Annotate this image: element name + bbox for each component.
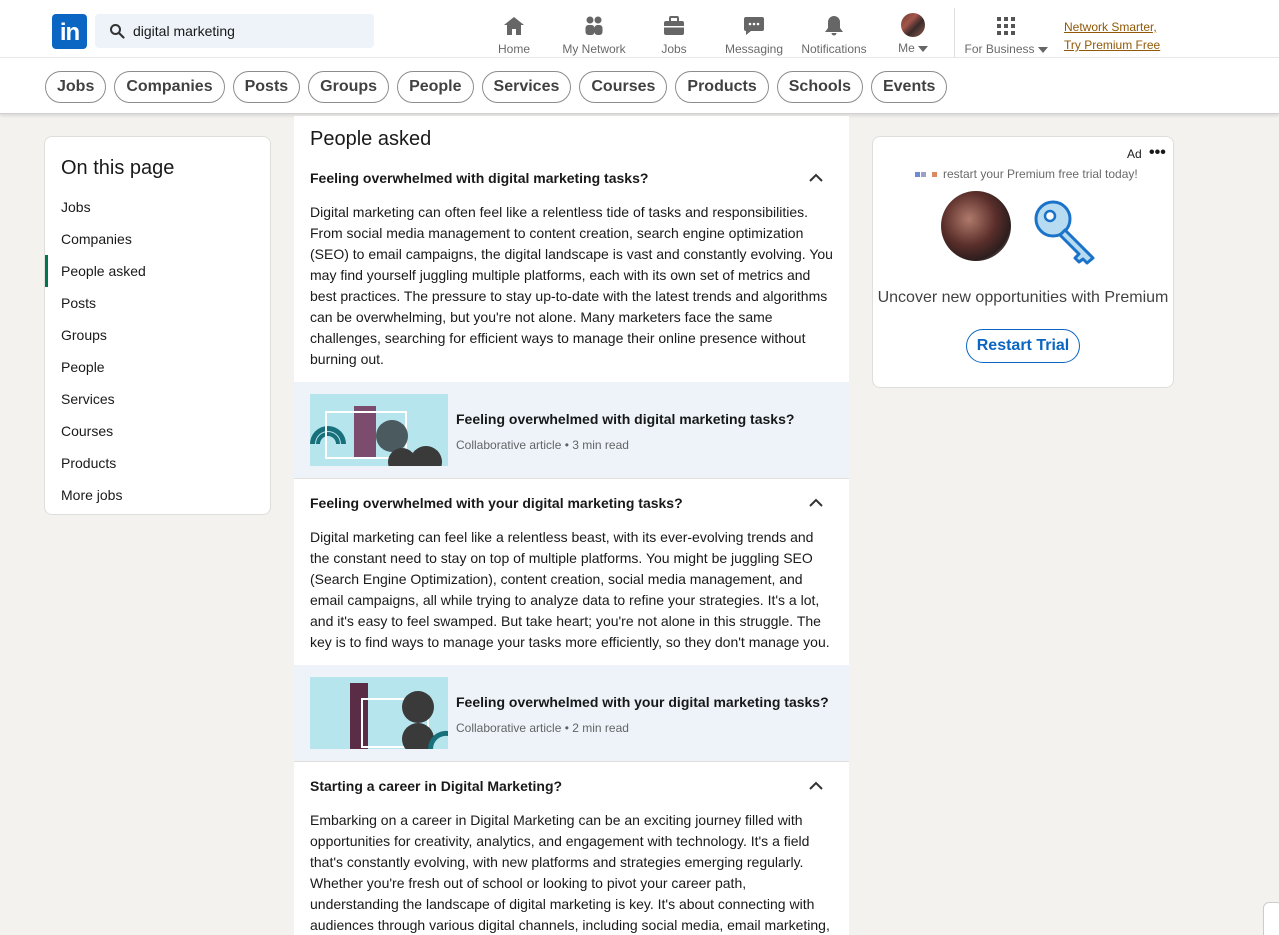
nav-for-business-label: For Business (964, 42, 1035, 56)
filter-pill-products[interactable]: Products (675, 71, 769, 103)
chevron-down-icon (917, 45, 928, 52)
nav-messaging[interactable]: Messaging (722, 8, 786, 57)
on-this-page-item-products[interactable]: Products (45, 447, 270, 479)
search-input[interactable] (133, 14, 363, 48)
answer-text: Digital marketing can feel like a relent… (310, 529, 830, 650)
filter-pill-courses[interactable]: Courses (579, 71, 668, 103)
on-this-page-title: On this page (61, 157, 175, 179)
divider (294, 478, 849, 479)
search-filter-bar: Jobs Companies Posts Groups People Servi… (0, 57, 1279, 114)
ad-subtitle: restart your Premium free trial today! (915, 167, 1138, 181)
nav-notifications-label: Notifications (801, 42, 867, 56)
people-icon (585, 16, 603, 35)
grid-icon (997, 17, 1015, 35)
nav-jobs-label: Jobs (661, 42, 687, 56)
article-card[interactable]: Feeling overwhelmed with digital marketi… (294, 382, 849, 478)
more-options-icon[interactable]: ••• (1149, 144, 1166, 162)
home-icon (504, 17, 524, 35)
nav-home-label: Home (497, 42, 530, 56)
filter-pill-events[interactable]: Events (870, 71, 948, 103)
on-this-page-item-companies[interactable]: Companies (45, 223, 270, 255)
chevron-down-icon (1037, 46, 1048, 53)
on-this-page-item-services[interactable]: Services (45, 383, 270, 415)
search-icon (110, 24, 125, 39)
premium-ad-card: Ad ••• restart your Premium free trial t… (872, 136, 1174, 388)
nav-home[interactable]: Home (489, 8, 539, 57)
filter-pill-schools[interactable]: Schools (776, 71, 863, 103)
on-this-page-list: Jobs Companies People asked Posts Groups… (45, 191, 270, 511)
filter-pill-jobs[interactable]: Jobs (45, 71, 107, 103)
filter-pill-companies[interactable]: Companies (114, 71, 225, 103)
question-heading[interactable]: Starting a career in Digital Marketing? (310, 778, 562, 794)
nav-notifications[interactable]: Notifications (798, 8, 870, 57)
ad-profile-image (941, 191, 1011, 261)
question-heading[interactable]: Feeling overwhelmed with your digital ma… (310, 495, 683, 511)
on-this-page-item-people-asked[interactable]: People asked (45, 255, 270, 287)
filter-pill-groups[interactable]: Groups (308, 71, 390, 103)
ad-chip-icon (921, 172, 926, 178)
article-title[interactable]: Feeling overwhelmed with digital marketi… (456, 411, 794, 427)
answer-text: Embarking on a career in Digital Marketi… (310, 812, 830, 933)
divider (294, 761, 849, 762)
on-this-page-item-people[interactable]: People (45, 351, 270, 383)
nav-divider (954, 8, 955, 60)
nav-me[interactable]: Me (893, 8, 933, 57)
messaging-overlay-tab[interactable] (1263, 902, 1279, 935)
global-nav: in Home My Network Jobs Messaging Notifi… (0, 4, 1279, 60)
ad-label: Ad (1127, 147, 1142, 161)
article-meta: Collaborative article • 3 min read (456, 438, 629, 452)
ad-chip-icon (915, 172, 920, 178)
on-this-page-item-more-jobs[interactable]: More jobs (45, 479, 270, 511)
chevron-up-icon[interactable] (808, 781, 824, 791)
on-this-page-item-courses[interactable]: Courses (45, 415, 270, 447)
nav-for-business[interactable]: For Business (962, 8, 1050, 57)
filter-pill-services[interactable]: Services (481, 71, 572, 103)
nav-messaging-label: Messaging (724, 42, 784, 56)
question-heading[interactable]: Feeling overwhelmed with digital marketi… (310, 170, 648, 186)
nav-my-network[interactable]: My Network (558, 8, 630, 57)
article-meta: Collaborative article • 2 min read (456, 721, 629, 735)
ad-chip-icon (932, 172, 937, 178)
filter-pill-people[interactable]: People (397, 71, 474, 103)
briefcase-icon (664, 16, 684, 35)
ad-text: Uncover new opportunities with Premium (877, 289, 1169, 306)
bell-icon (825, 16, 843, 36)
nav-my-network-label: My Network (562, 42, 626, 56)
key-icon (1034, 200, 1095, 265)
chat-icon (744, 17, 764, 35)
linkedin-logo[interactable]: in (52, 14, 87, 49)
on-this-page-card: On this page Jobs Companies People asked… (44, 136, 271, 515)
article-thumbnail (310, 677, 448, 749)
on-this-page-item-posts[interactable]: Posts (45, 287, 270, 319)
chevron-up-icon[interactable] (808, 173, 824, 183)
article-card[interactable]: Feeling overwhelmed with your digital ma… (294, 665, 849, 761)
premium-line-2: Try Premium Free (1064, 38, 1161, 52)
article-title[interactable]: Feeling overwhelmed with your digital ma… (456, 694, 829, 710)
answer-text: Digital marketing can often feel like a … (310, 204, 833, 367)
restart-trial-button[interactable]: Restart Trial (966, 329, 1080, 363)
section-title: People asked (310, 128, 432, 150)
on-this-page-item-jobs[interactable]: Jobs (45, 191, 270, 223)
article-thumbnail (310, 394, 448, 466)
nav-me-label: Me (898, 41, 915, 55)
premium-upsell-link[interactable]: Network Smarter, Try Premium Free (1064, 18, 1160, 54)
ad-subtitle-text: restart your Premium free trial today! (943, 167, 1138, 181)
filter-pill-posts[interactable]: Posts (232, 71, 301, 103)
search-box[interactable] (95, 14, 374, 48)
avatar (901, 13, 925, 37)
nav-jobs[interactable]: Jobs (652, 8, 696, 57)
on-this-page-item-groups[interactable]: Groups (45, 319, 270, 351)
chevron-up-icon[interactable] (808, 498, 824, 508)
people-asked-section: People asked Feeling overwhelmed with di… (294, 116, 849, 935)
premium-line-1: Network Smarter, (1064, 20, 1157, 34)
